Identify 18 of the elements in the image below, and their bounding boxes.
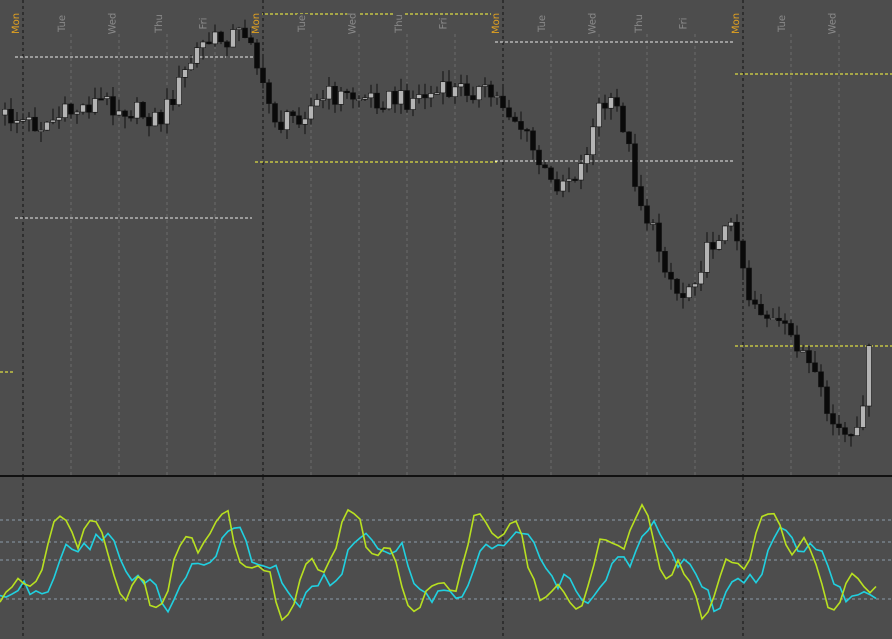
weekday-label: Wed xyxy=(347,12,358,36)
weekday-label: Thu xyxy=(394,13,405,34)
weekday-label: Tue xyxy=(537,14,548,34)
weekday-label: Mon xyxy=(491,12,502,36)
weekday-label: Fri xyxy=(438,16,450,30)
weekday-label: Tue xyxy=(57,14,68,34)
weekday-label: Thu xyxy=(154,13,165,34)
weekday-label: Wed xyxy=(587,12,598,36)
weekday-label: Tue xyxy=(297,14,308,34)
weekday-label: Mon xyxy=(11,12,22,36)
weekday-label: Wed xyxy=(827,12,838,36)
weekday-label: Fri xyxy=(198,16,210,30)
weekday-label: Fri xyxy=(678,16,690,30)
weekday-label: Mon xyxy=(731,12,742,36)
weekday-label: Tue xyxy=(777,14,788,34)
weekday-label: Mon xyxy=(251,12,262,36)
weekday-label: Thu xyxy=(634,13,645,34)
weekday-label: Wed xyxy=(107,12,118,36)
